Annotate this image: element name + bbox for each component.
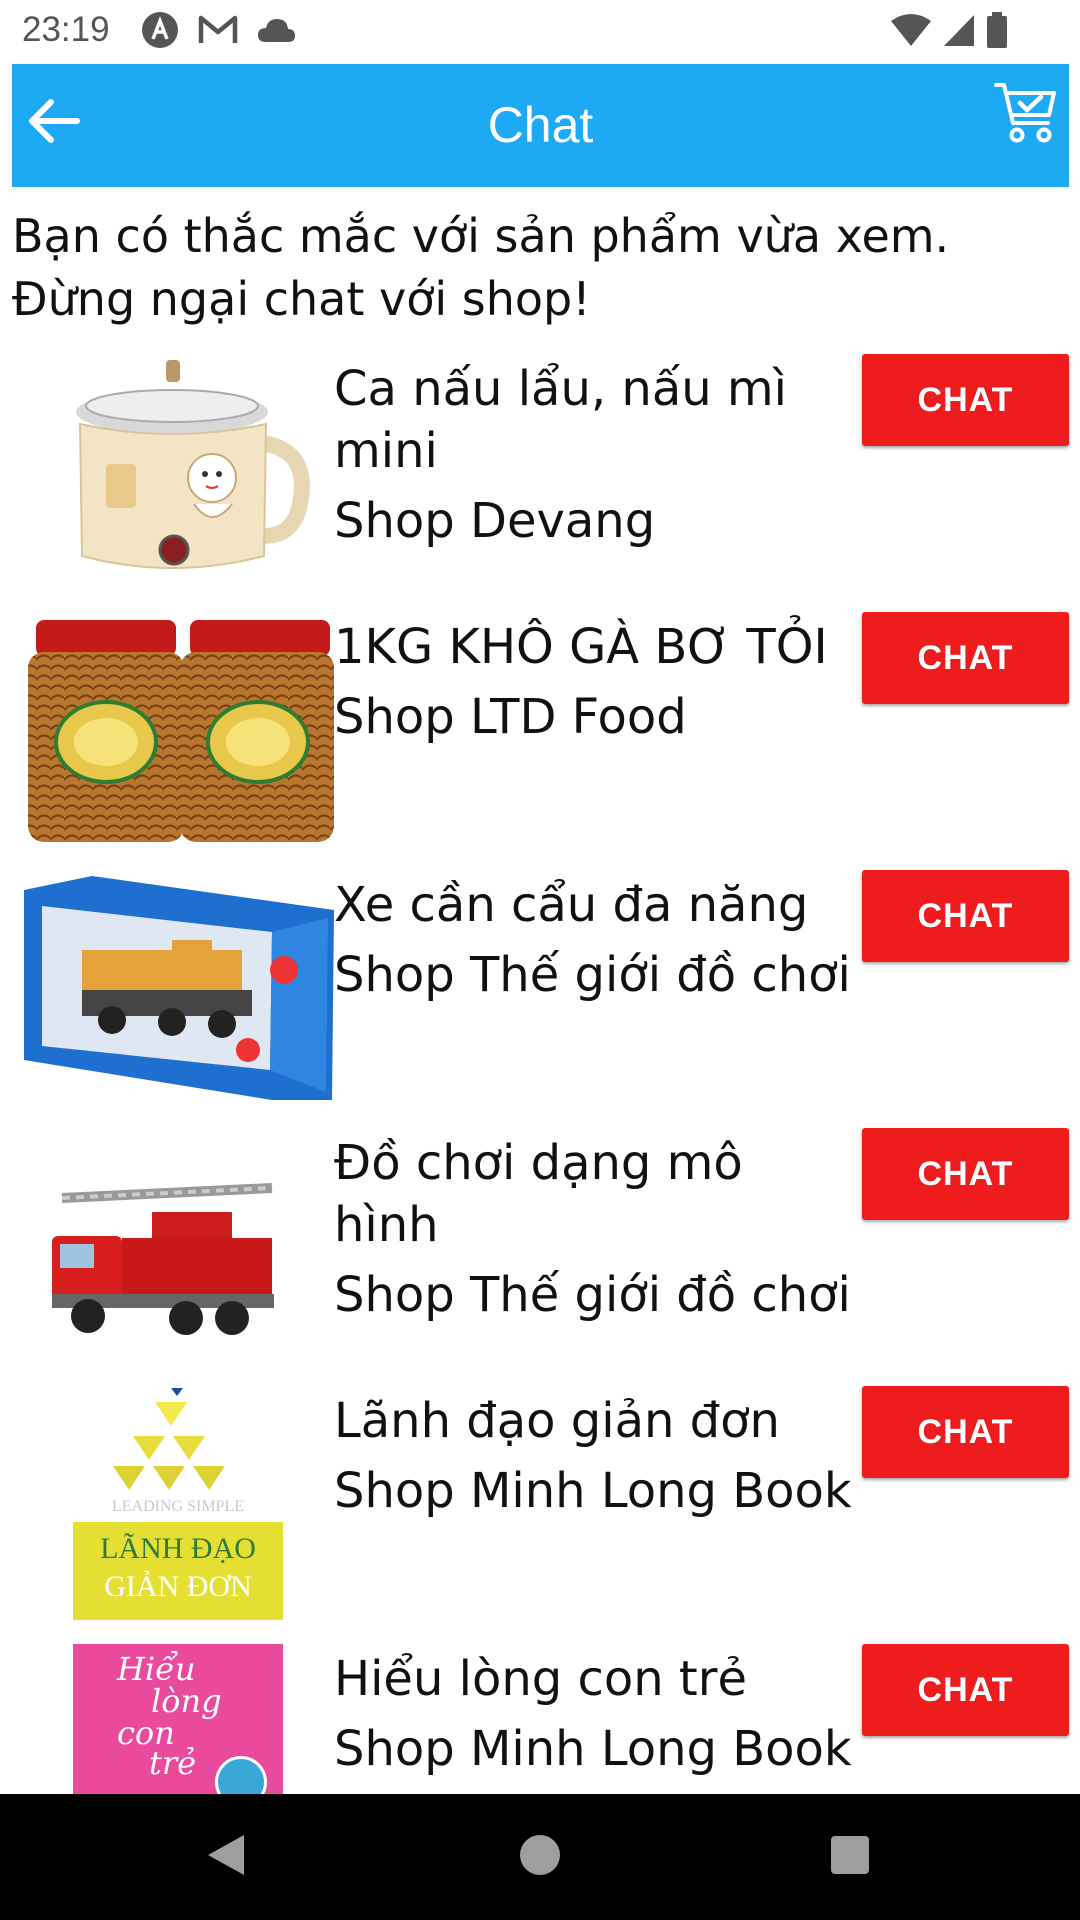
- home-circle-icon: [518, 1833, 562, 1881]
- chat-button[interactable]: CHAT: [862, 612, 1069, 704]
- cart-button[interactable]: [987, 74, 1063, 154]
- app-a-icon: [140, 10, 180, 54]
- item-info: Hiểu lòng con trẻ Shop Minh Long Book: [334, 1648, 854, 1780]
- system-nav-bar: [0, 1794, 1080, 1920]
- back-triangle-icon: [204, 1832, 248, 1882]
- chat-button[interactable]: CHAT: [862, 870, 1069, 962]
- intro-line-2: Đừng ngại chat với shop!: [12, 272, 591, 326]
- status-left-icons: [140, 12, 296, 52]
- nav-recents-button[interactable]: [812, 1819, 888, 1895]
- item-name: 1KG KHÔ GÀ BƠ TỎI: [334, 619, 828, 675]
- cell-signal-icon: [942, 13, 976, 51]
- chat-button[interactable]: CHAT: [862, 1128, 1069, 1220]
- nav-back-button[interactable]: [188, 1819, 264, 1895]
- chat-button[interactable]: CHAT: [862, 1644, 1069, 1736]
- list-item: Đồ chơi dạng mô hình Shop Thế giới đồ ch…: [0, 1124, 1080, 1382]
- gmail-icon: [198, 14, 238, 50]
- book-cover-leading-simple-image: LEADING SIMPLE LÃNH ĐẠO GIẢN ĐƠN: [22, 1386, 334, 1620]
- list-item: Ca nấu lẩu, nấu mì mini Shop Devang CHAT: [0, 350, 1080, 608]
- battery-icon: [986, 12, 1008, 52]
- dried-chicken-jars-image: [22, 612, 334, 846]
- recents-square-icon: [829, 1834, 871, 1880]
- list-item: LEADING SIMPLE LÃNH ĐẠO GIẢN ĐƠN Lãnh đạ…: [0, 1382, 1080, 1640]
- app-bar: Chat: [12, 64, 1069, 187]
- item-name: Lãnh đạo giản đơn: [334, 1393, 780, 1449]
- book-cover-word-4: trẻ: [149, 1744, 197, 1782]
- item-name: Hiểu lòng con trẻ: [334, 1651, 748, 1707]
- wifi-icon: [890, 13, 932, 51]
- intro-line-1: Bạn có thắc mắc với sản phẩm vừa xem.: [12, 209, 950, 263]
- intro-text: Bạn có thắc mắc với sản phẩm vừa xem. Đừ…: [12, 205, 1062, 331]
- shopping-cart-check-icon: [993, 79, 1057, 149]
- book-cover-vi-title-2: GIẢN ĐƠN: [104, 1570, 252, 1603]
- list-item: 1KG KHÔ GÀ BƠ TỎI Shop LTD Food CHAT: [0, 608, 1080, 866]
- status-right-icons: [890, 12, 1008, 52]
- book-cover-vi-title-1: LÃNH ĐẠO: [100, 1532, 256, 1565]
- item-info: Lãnh đạo giản đơn Shop Minh Long Book: [334, 1390, 854, 1522]
- chat-button[interactable]: CHAT: [862, 354, 1069, 446]
- status-time: 23:19: [22, 10, 110, 49]
- list-item: Xe cần cẩu đa năng Shop Thế giới đồ chơi…: [0, 866, 1080, 1124]
- fire-truck-model-image: [22, 1128, 334, 1362]
- chat-button[interactable]: CHAT: [862, 1386, 1069, 1478]
- item-info: Ca nấu lẩu, nấu mì mini Shop Devang: [334, 358, 854, 552]
- item-name: Ca nấu lẩu, nấu mì mini: [334, 361, 787, 479]
- status-bar: 23:19: [0, 0, 1080, 64]
- book-cover-en-title: LEADING SIMPLE: [112, 1498, 244, 1515]
- item-info: Đồ chơi dạng mô hình Shop Thế giới đồ ch…: [334, 1132, 854, 1326]
- nav-home-button[interactable]: [502, 1819, 578, 1895]
- item-shop: Shop Thế giới đồ chơi: [334, 947, 851, 1003]
- page-title: Chat: [487, 97, 594, 153]
- item-shop: Shop Thế giới đồ chơi: [334, 1267, 851, 1323]
- item-name: Đồ chơi dạng mô hình: [334, 1135, 743, 1253]
- item-info: 1KG KHÔ GÀ BƠ TỎI Shop LTD Food: [334, 616, 854, 748]
- crane-truck-toy-box-image: [22, 870, 334, 1104]
- mini-cooker-pot-image: [22, 354, 334, 588]
- item-shop: Shop Minh Long Book: [334, 1721, 852, 1777]
- item-shop: Shop Minh Long Book: [334, 1463, 852, 1519]
- item-shop: Shop LTD Food: [334, 689, 687, 745]
- cloud-icon: [256, 16, 296, 48]
- item-shop: Shop Devang: [334, 493, 656, 549]
- item-info: Xe cần cẩu đa năng Shop Thế giới đồ chơi: [334, 874, 854, 1006]
- item-name: Xe cần cẩu đa năng: [334, 877, 809, 933]
